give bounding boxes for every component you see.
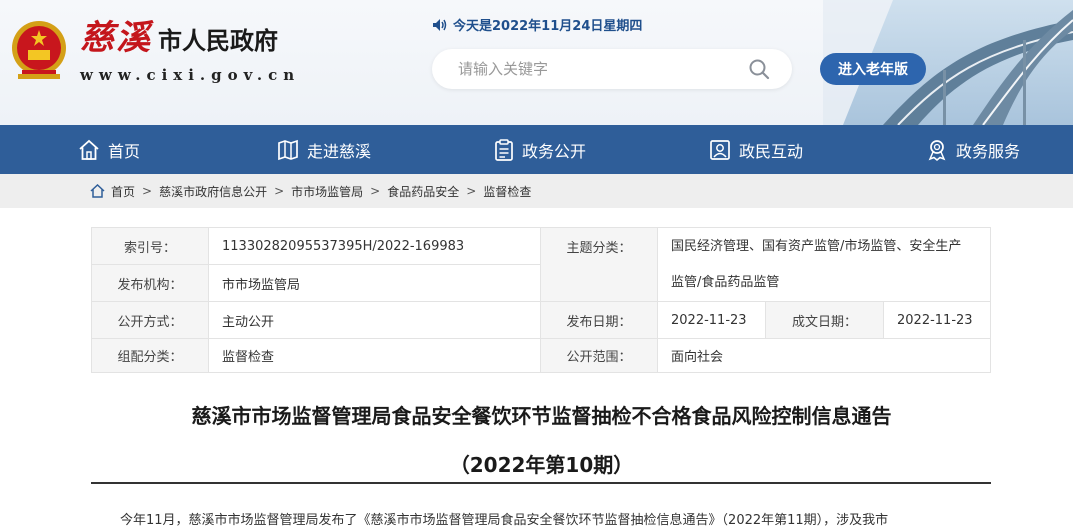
nav-item-label: 首页 bbox=[108, 141, 141, 161]
open-method-label: 公开方式： bbox=[92, 302, 208, 338]
breadcrumb-separator: > bbox=[274, 184, 285, 198]
breadcrumb-link-info-disclosure[interactable]: 慈溪市政府信息公开 bbox=[159, 183, 267, 200]
brand-url: www.cixi.gov.cn bbox=[80, 66, 301, 84]
publisher-value: 市市场监管局 bbox=[208, 265, 540, 301]
nav-item-government-affairs[interactable]: 政务公开 bbox=[494, 125, 586, 174]
table-divider bbox=[765, 301, 766, 338]
index-value: 11330282095537395H/2022-169983 bbox=[208, 228, 540, 264]
written-date-value: 2022-11-23 bbox=[883, 302, 990, 338]
nav-item-label: 政民互动 bbox=[739, 141, 804, 161]
breadcrumb-separator: > bbox=[370, 184, 381, 198]
nav-item-label: 政务公开 bbox=[522, 141, 587, 161]
category-value: 监督检查 bbox=[208, 339, 540, 372]
title-divider bbox=[91, 482, 991, 484]
nav-item-label: 政务服务 bbox=[956, 141, 1021, 161]
search-box bbox=[432, 49, 792, 89]
site-header: 慈溪 市人民政府 www.cixi.gov.cn 今天是2022年11月24日星… bbox=[0, 0, 1073, 125]
table-divider bbox=[92, 264, 540, 265]
home-icon bbox=[79, 139, 99, 160]
breadcrumb-separator: > bbox=[466, 184, 477, 198]
breadcrumb-separator: > bbox=[142, 184, 153, 198]
current-date-text: 今天是2022年11月24日星期四 bbox=[453, 19, 643, 34]
breadcrumb-link-home[interactable]: 首页 bbox=[111, 183, 135, 200]
speaker-icon bbox=[433, 18, 447, 31]
scope-value: 面向社会 bbox=[657, 339, 990, 372]
nav-item-government-services[interactable]: 政务服务 bbox=[926, 125, 1020, 174]
nav-item-label: 走进慈溪 bbox=[307, 141, 372, 161]
document-meta-table: 索引号： 11330282095537395H/2022-169983 发布机构… bbox=[91, 227, 991, 373]
table-divider bbox=[208, 228, 209, 372]
brand-cixi-text: 慈溪 bbox=[80, 18, 152, 58]
category-label: 组配分类： bbox=[92, 339, 208, 372]
article-title: 慈溪市市场监督管理局食品安全餐饮环节监督抽检不合格食品风险控制信息通告 bbox=[191, 404, 892, 428]
topic-label: 主题分类： bbox=[541, 228, 657, 301]
topic-value-line1: 国民经济管理、国有资产监管/市场监管、安全生产 bbox=[671, 238, 962, 254]
search-icon[interactable] bbox=[748, 58, 770, 80]
nav-item-public-interaction[interactable]: 政民互动 bbox=[709, 125, 803, 174]
publish-date-value: 2022-11-23 bbox=[657, 302, 765, 338]
publish-date-label: 发布日期： bbox=[541, 302, 657, 338]
index-label: 索引号： bbox=[92, 228, 208, 264]
national-emblem-logo bbox=[12, 21, 66, 79]
table-divider bbox=[657, 228, 658, 372]
brand-government-text: 市人民政府 bbox=[158, 27, 278, 55]
topic-value-line2: 监管/食品药品监管 bbox=[671, 274, 780, 290]
clipboard-icon bbox=[495, 138, 513, 161]
portrait-icon bbox=[710, 139, 730, 160]
topic-value: 国民经济管理、国有资产监管/市场监管、安全生产 监管/食品药品监管 bbox=[657, 228, 990, 301]
table-divider bbox=[883, 301, 884, 338]
breadcrumb-link-market-bureau[interactable]: 市市场监管局 bbox=[291, 183, 363, 200]
breadcrumb-link-food-drug-safety[interactable]: 食品药品安全 bbox=[387, 183, 459, 200]
map-icon bbox=[278, 139, 298, 160]
open-method-value: 主动公开 bbox=[208, 302, 540, 338]
site-brand[interactable]: 慈溪 市人民政府 www.cixi.gov.cn bbox=[80, 18, 300, 84]
nav-item-home[interactable]: 首页 bbox=[78, 125, 140, 174]
date-line: 今天是2022年11月24日星期四 bbox=[432, 15, 642, 34]
breadcrumb: 首页 > 慈溪市政府信息公开 > 市市场监管局 > 食品药品安全 > 监督检查 bbox=[90, 174, 531, 208]
article-body-paragraph: 今年11月，慈溪市市场监督管理局发布了《慈溪市市场监督管理局食品安全餐饮环节监督… bbox=[120, 513, 889, 528]
search-input[interactable] bbox=[458, 49, 748, 89]
written-date-label: 成文日期： bbox=[766, 302, 883, 338]
home-icon bbox=[90, 184, 105, 198]
breadcrumb-bar: 首页 > 慈溪市政府信息公开 > 市市场监管局 > 食品药品安全 > 监督检查 bbox=[0, 174, 1073, 208]
article-issue-number: （2022年第10期） bbox=[449, 453, 634, 477]
nav-item-about-cixi[interactable]: 走进慈溪 bbox=[277, 125, 371, 174]
service-badge-icon bbox=[928, 139, 946, 161]
publisher-label: 发布机构： bbox=[92, 265, 208, 301]
main-nav: 首页 走进慈溪 政务公开 政民互动 政务服务 bbox=[0, 125, 1073, 174]
table-divider bbox=[92, 301, 990, 302]
scope-label: 公开范围： bbox=[541, 339, 657, 372]
elder-version-button[interactable]: 进入老年版 bbox=[820, 53, 926, 85]
table-divider bbox=[540, 228, 541, 372]
table-divider bbox=[92, 338, 990, 339]
breadcrumb-current[interactable]: 监督检查 bbox=[483, 183, 531, 200]
